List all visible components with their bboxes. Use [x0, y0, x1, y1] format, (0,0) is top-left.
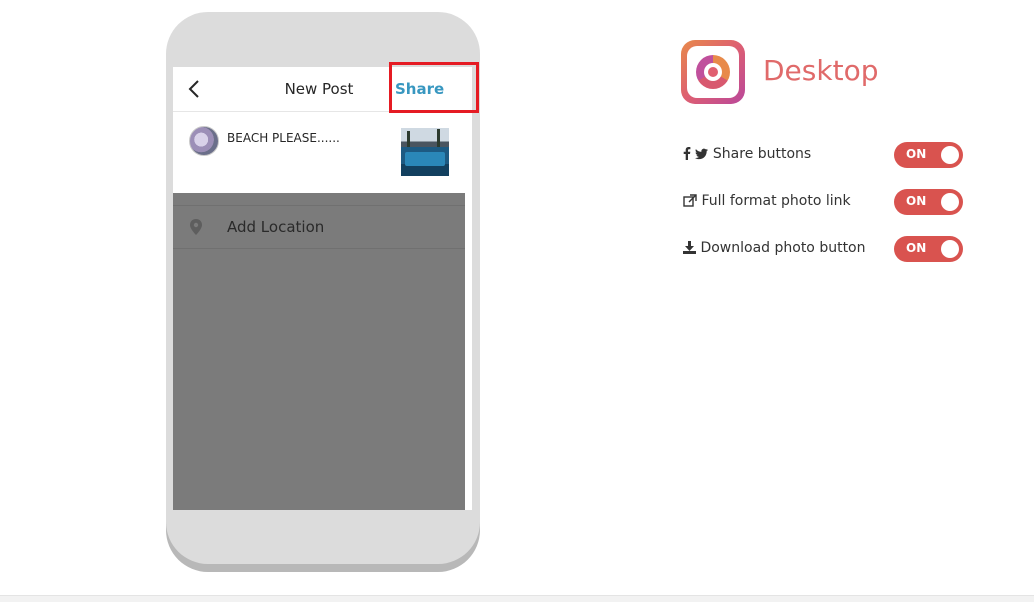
brand-title: Desktop [763, 54, 879, 87]
dimmed-overlay: Add Location [173, 193, 465, 510]
download-icon [683, 241, 696, 254]
twitter-icon [695, 148, 709, 160]
post-preview: BEACH PLEASE...... [173, 112, 465, 192]
phone-screen: New Post Share BEACH PLEASE...... Add Lo… [173, 67, 472, 510]
share-highlight-box [389, 62, 479, 113]
setting-full-format-link: Full format photo link ON [683, 189, 965, 215]
post-thumbnail [401, 128, 449, 176]
toggle-knob [941, 146, 959, 164]
setting-label: Share buttons [712, 146, 812, 162]
setting-label: Full format photo link [701, 193, 851, 209]
avatar [189, 126, 219, 156]
app-logo [681, 40, 745, 104]
thumbnail-detail [437, 129, 440, 147]
chrome-logo-icon [696, 55, 730, 89]
thumbnail-detail [405, 152, 445, 166]
external-link-icon [683, 194, 697, 207]
thumbnail-detail [407, 131, 410, 147]
toggle-knob [941, 193, 959, 211]
toggle-knob [941, 240, 959, 258]
add-location-label: Add Location [227, 218, 325, 236]
full-format-link-toggle[interactable]: ON [894, 189, 963, 215]
toggle-state: ON [906, 147, 927, 161]
logo-dot [708, 67, 718, 77]
add-location-row[interactable]: Add Location [173, 205, 465, 249]
facebook-icon [683, 147, 691, 160]
download-button-toggle[interactable]: ON [894, 236, 963, 262]
post-caption[interactable]: BEACH PLEASE...... [227, 131, 340, 145]
setting-download-button: Download photo button ON [683, 236, 965, 262]
setting-label: Download photo button [700, 240, 866, 256]
logo-inner [687, 46, 739, 98]
setting-share-buttons: Share buttons ON [683, 142, 965, 168]
screen-edge [465, 67, 472, 510]
share-buttons-toggle[interactable]: ON [894, 142, 963, 168]
toggle-state: ON [906, 241, 927, 255]
location-pin-icon [190, 219, 202, 235]
toggle-state: ON [906, 194, 927, 208]
